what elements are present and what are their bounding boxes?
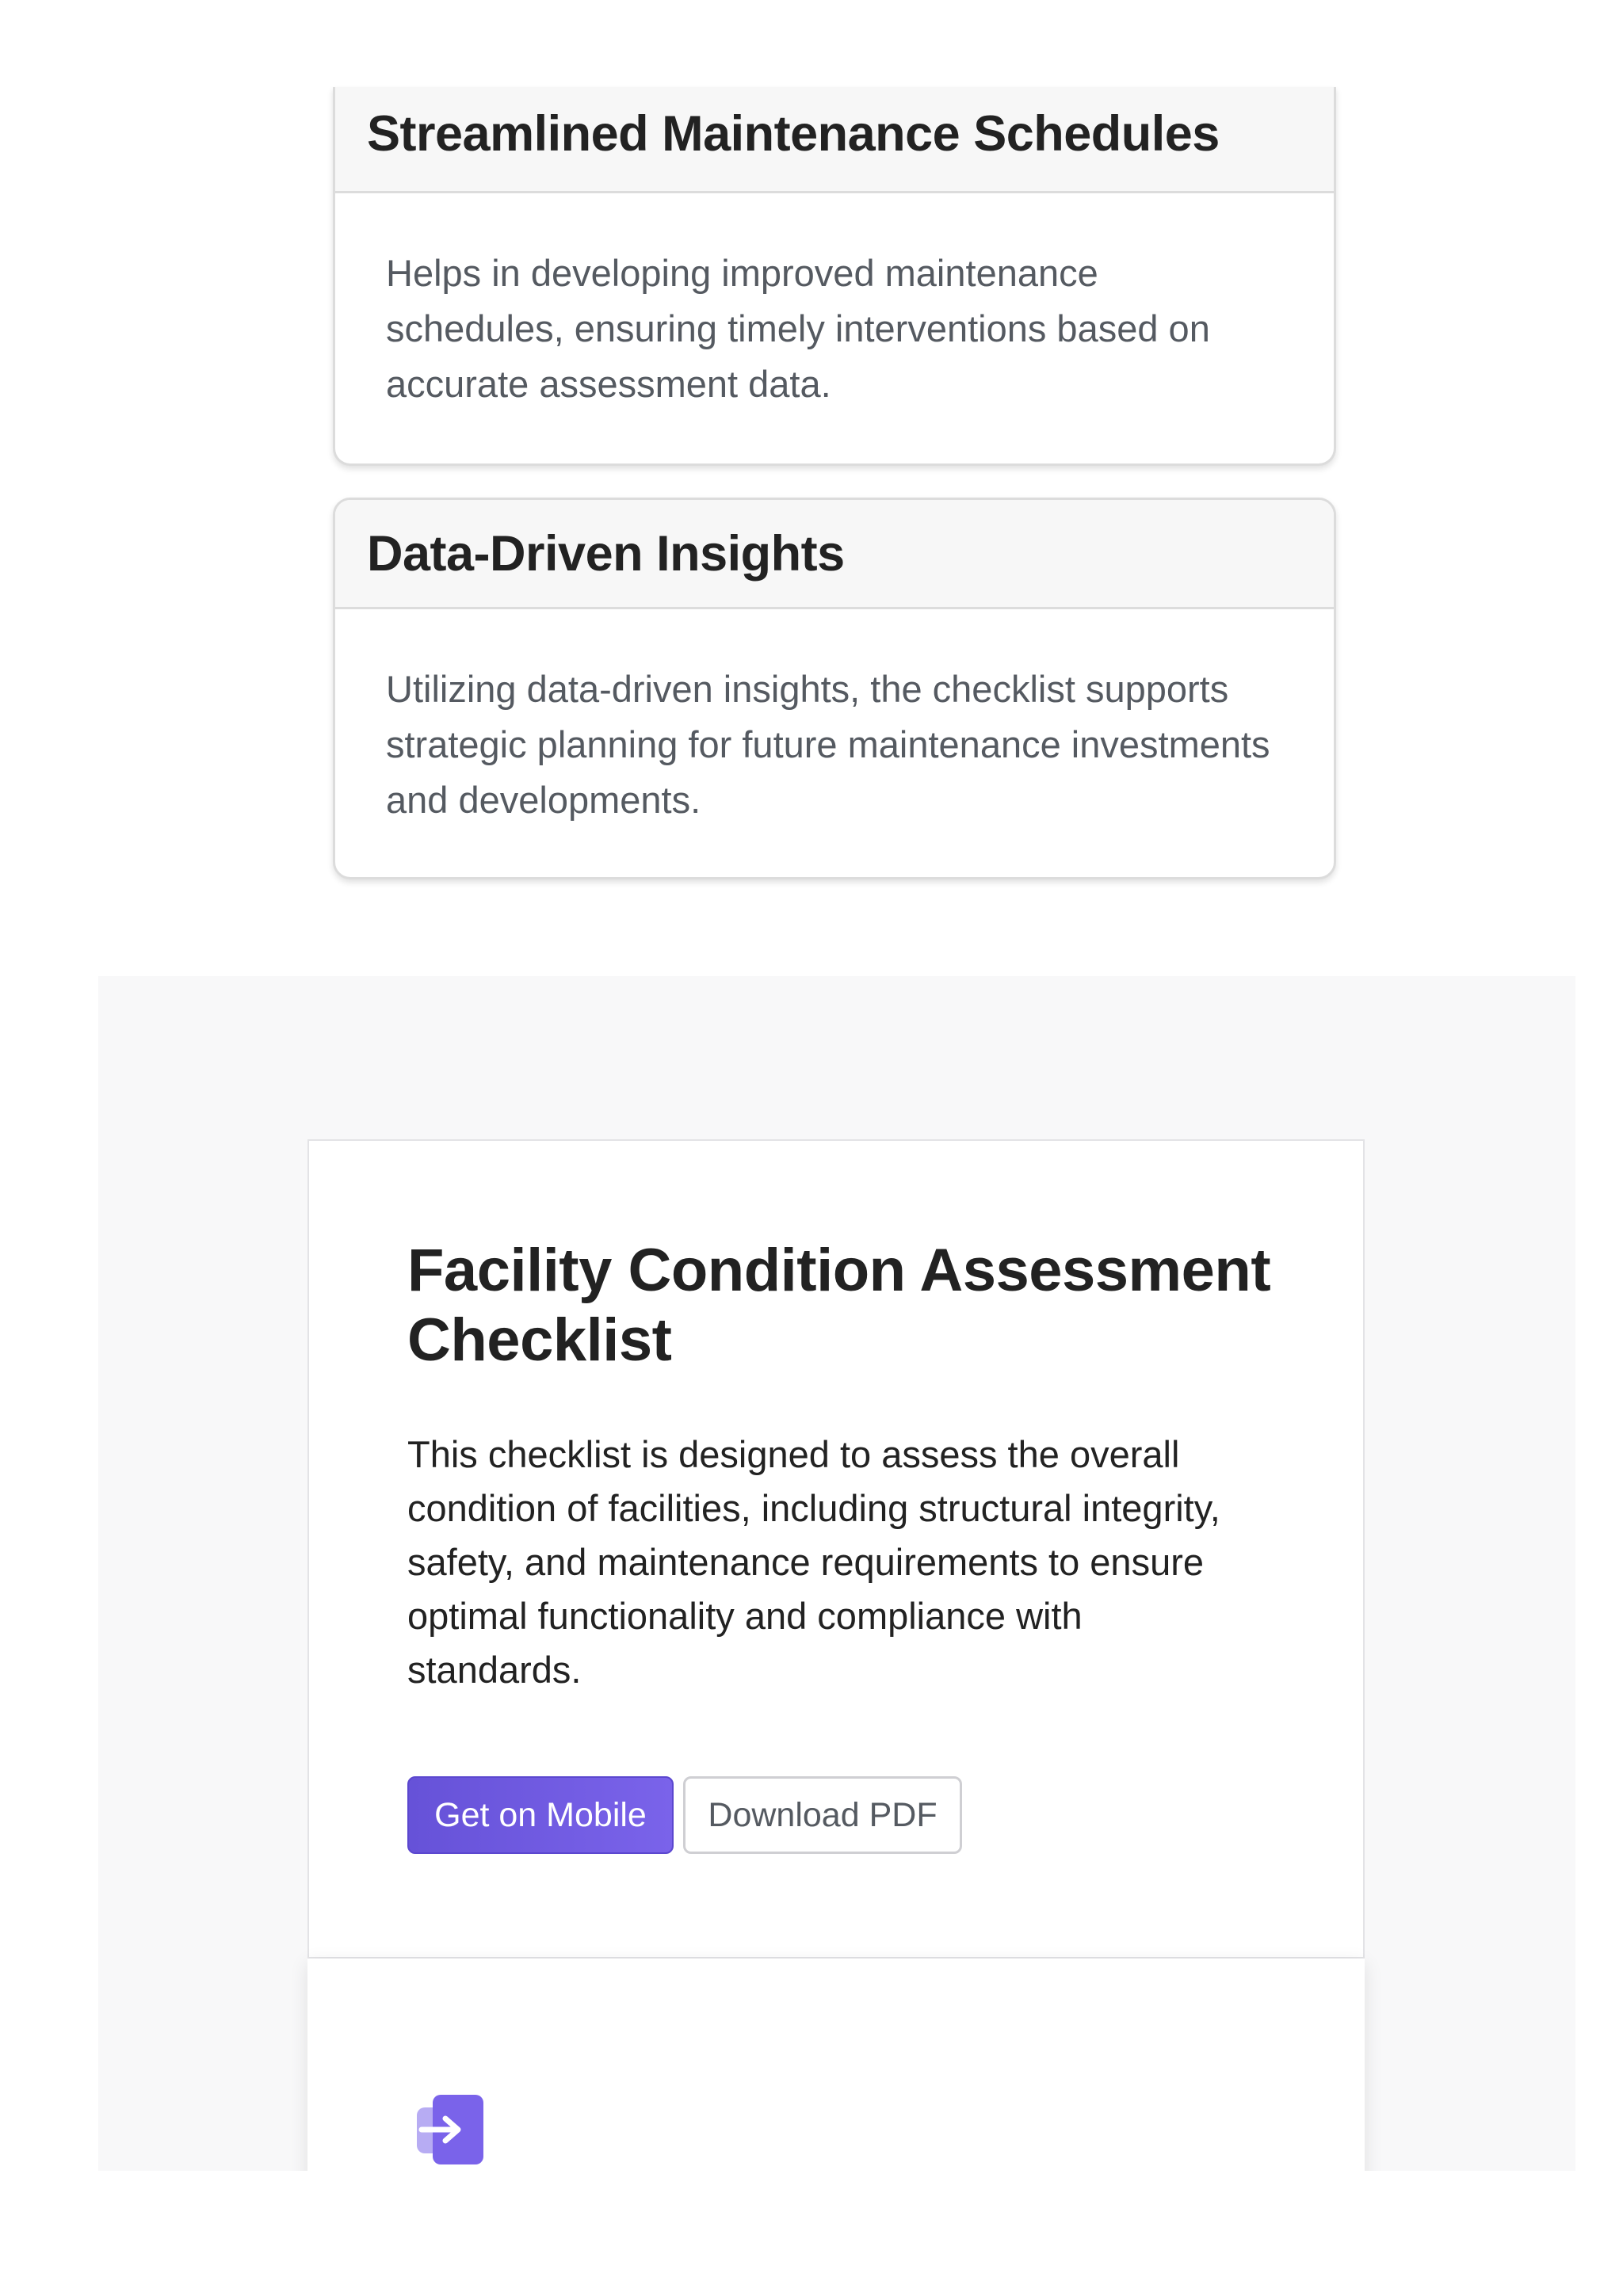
feature-card-data-driven-insights: Data-Driven Insights Utilizing data-driv…	[333, 498, 1336, 879]
feature-card-title: Data-Driven Insights	[367, 525, 845, 582]
app-preview-card	[307, 1958, 1365, 2171]
feature-card-body: Helps in developing improved maintenance…	[386, 252, 1210, 405]
get-on-mobile-button[interactable]: Get on Mobile	[407, 1776, 674, 1854]
arrow-right-app-icon	[417, 2095, 483, 2164]
checklist-title: Facility Condition Assessment Checklist	[407, 1237, 1271, 1374]
download-pdf-button[interactable]: Download PDF	[683, 1776, 962, 1854]
checklist-cta-section: Facility Condition Assessment Checklist …	[98, 976, 1575, 2171]
feature-card-maintenance-schedules: Streamlined Maintenance Schedules Helps …	[333, 87, 1336, 466]
feature-card-body: Utilizing data-driven insights, the chec…	[386, 668, 1270, 821]
checklist-description: This checklist is designed to assess the…	[407, 1433, 1220, 1691]
feature-card-header: Data-Driven Insights	[335, 500, 1334, 609]
checklist-cta-card: Facility Condition Assessment Checklist …	[307, 1139, 1365, 1958]
feature-card-title: Streamlined Maintenance Schedules	[367, 105, 1220, 162]
feature-card-header: Streamlined Maintenance Schedules	[335, 87, 1334, 193]
